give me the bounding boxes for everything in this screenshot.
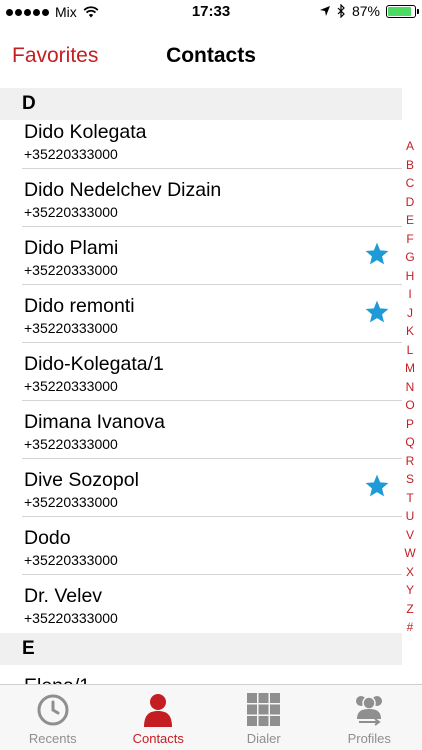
index-letter[interactable]: M — [405, 359, 415, 378]
index-letter[interactable]: J — [407, 304, 413, 323]
index-letter[interactable]: X — [406, 563, 414, 582]
contact-phone: +35220333000 — [24, 146, 118, 162]
tab-bar: Recents Contacts Dialer Profiles — [0, 684, 422, 750]
page-title: Contacts — [166, 44, 256, 67]
contact-list[interactable]: D Dido Kolegata +35220333000 Dido Nedelchev… — [0, 88, 402, 684]
index-letter[interactable]: V — [406, 526, 414, 545]
index-letter[interactable]: # — [407, 618, 414, 637]
tab-label: Dialer — [246, 731, 281, 746]
contact-name: Dive Sozopol — [24, 469, 139, 491]
contact-row[interactable]: Dido remonti +35220333000 — [0, 285, 402, 343]
contact-name: Dido Plami — [24, 237, 119, 259]
contact-name: Dido Nedelchev Dizain — [24, 179, 222, 201]
index-letter[interactable]: L — [407, 341, 414, 360]
index-letter[interactable]: S — [406, 470, 414, 489]
status-right: 87% — [319, 3, 419, 19]
clock-icon — [35, 693, 71, 727]
location-arrow-icon — [319, 6, 330, 16]
contact-row[interactable]: Dive Sozopol +35220333000 — [0, 459, 402, 517]
index-letter[interactable]: F — [406, 230, 413, 249]
contact-row[interactable]: Dimana Ivanova +35220333000 — [0, 401, 402, 459]
index-letter[interactable]: Q — [405, 433, 414, 452]
contact-row[interactable]: Dodo +35220333000 — [0, 517, 402, 575]
contact-name: Dodo — [24, 527, 71, 549]
profiles-icon — [351, 693, 387, 727]
index-letter[interactable]: B — [406, 156, 414, 175]
index-letter[interactable]: Y — [406, 581, 414, 600]
battery-percent: 87% — [351, 3, 380, 19]
favorite-star-icon[interactable] — [364, 473, 390, 499]
tab-profiles[interactable]: Profiles — [317, 685, 422, 750]
index-letter[interactable]: P — [406, 415, 414, 434]
index-letter[interactable]: R — [406, 452, 415, 471]
contact-name: Elena/1 — [24, 675, 90, 684]
tab-contacts[interactable]: Contacts — [106, 685, 212, 750]
contact-phone: +35220333000 — [24, 494, 118, 510]
contact-phone: +35220333000 — [24, 552, 118, 568]
contact-name: Dimana Ivanova — [24, 411, 165, 433]
index-letter[interactable]: W — [404, 544, 415, 563]
index-letter[interactable]: E — [406, 211, 414, 230]
index-letter[interactable]: U — [406, 507, 415, 526]
index-letter[interactable]: I — [408, 285, 411, 304]
index-letter[interactable]: O — [405, 396, 414, 415]
bluetooth-icon — [337, 4, 345, 18]
contact-phone: +35220333000 — [24, 204, 118, 220]
index-letter[interactable]: A — [406, 137, 414, 156]
tab-label: Contacts — [132, 731, 184, 746]
index-letter[interactable]: Z — [406, 600, 413, 619]
contact-name: Dido Kolegata — [24, 121, 147, 143]
index-letter[interactable]: T — [406, 489, 413, 508]
index-letter[interactable]: C — [406, 174, 415, 193]
contact-name: Dido remonti — [24, 295, 135, 317]
tab-dialer[interactable]: Dialer — [211, 685, 317, 750]
index-letter[interactable]: K — [406, 322, 414, 341]
contact-phone: +35220333000 — [24, 262, 118, 278]
index-letter[interactable]: N — [406, 378, 415, 397]
tab-label: Profiles — [347, 731, 391, 746]
contact-row[interactable]: Dido Plami +35220333000 — [0, 227, 402, 285]
section-header: E — [0, 633, 402, 665]
contact-phone: +35220333000 — [24, 436, 118, 452]
contact-row[interactable]: Elena/1+35220333000 — [0, 665, 402, 684]
index-letter[interactable]: G — [405, 248, 414, 267]
favorite-star-icon[interactable] — [364, 299, 390, 325]
status-bar: Mix 17:33 87% — [0, 0, 422, 24]
contact-name: Dr. Velev — [24, 585, 103, 607]
contact-phone: +35220333000 — [24, 378, 118, 394]
tab-label: Recents — [28, 731, 77, 746]
contact-row[interactable]: Dr. Velev +35220333000 — [0, 575, 402, 633]
index-letter[interactable]: D — [406, 193, 415, 212]
contact-row[interactable]: Dido Nedelchev Dizain +35220333000 — [0, 169, 402, 227]
tab-recents[interactable]: Recents — [0, 685, 106, 750]
nav-bar: Favorites Contacts — [0, 24, 422, 88]
contact-name: Dido-Kolegata/1 — [24, 353, 164, 375]
contact-phone: +35220333000 — [24, 320, 118, 336]
battery-icon — [386, 4, 419, 18]
contact-phone: +35220333000 — [24, 610, 118, 626]
favorite-star-icon[interactable] — [364, 241, 390, 267]
alphabet-index[interactable]: A B C D E F G H I J K L M N O P Q R S T U V W X Y Z # — [402, 137, 418, 637]
index-letter[interactable]: H — [406, 267, 415, 286]
keypad-icon — [246, 693, 282, 727]
person-icon — [140, 693, 176, 727]
contact-row[interactable]: Dido-Kolegata/1 +35220333000 — [0, 343, 402, 401]
contact-row[interactable]: Dido Kolegata +35220333000 — [0, 111, 402, 169]
